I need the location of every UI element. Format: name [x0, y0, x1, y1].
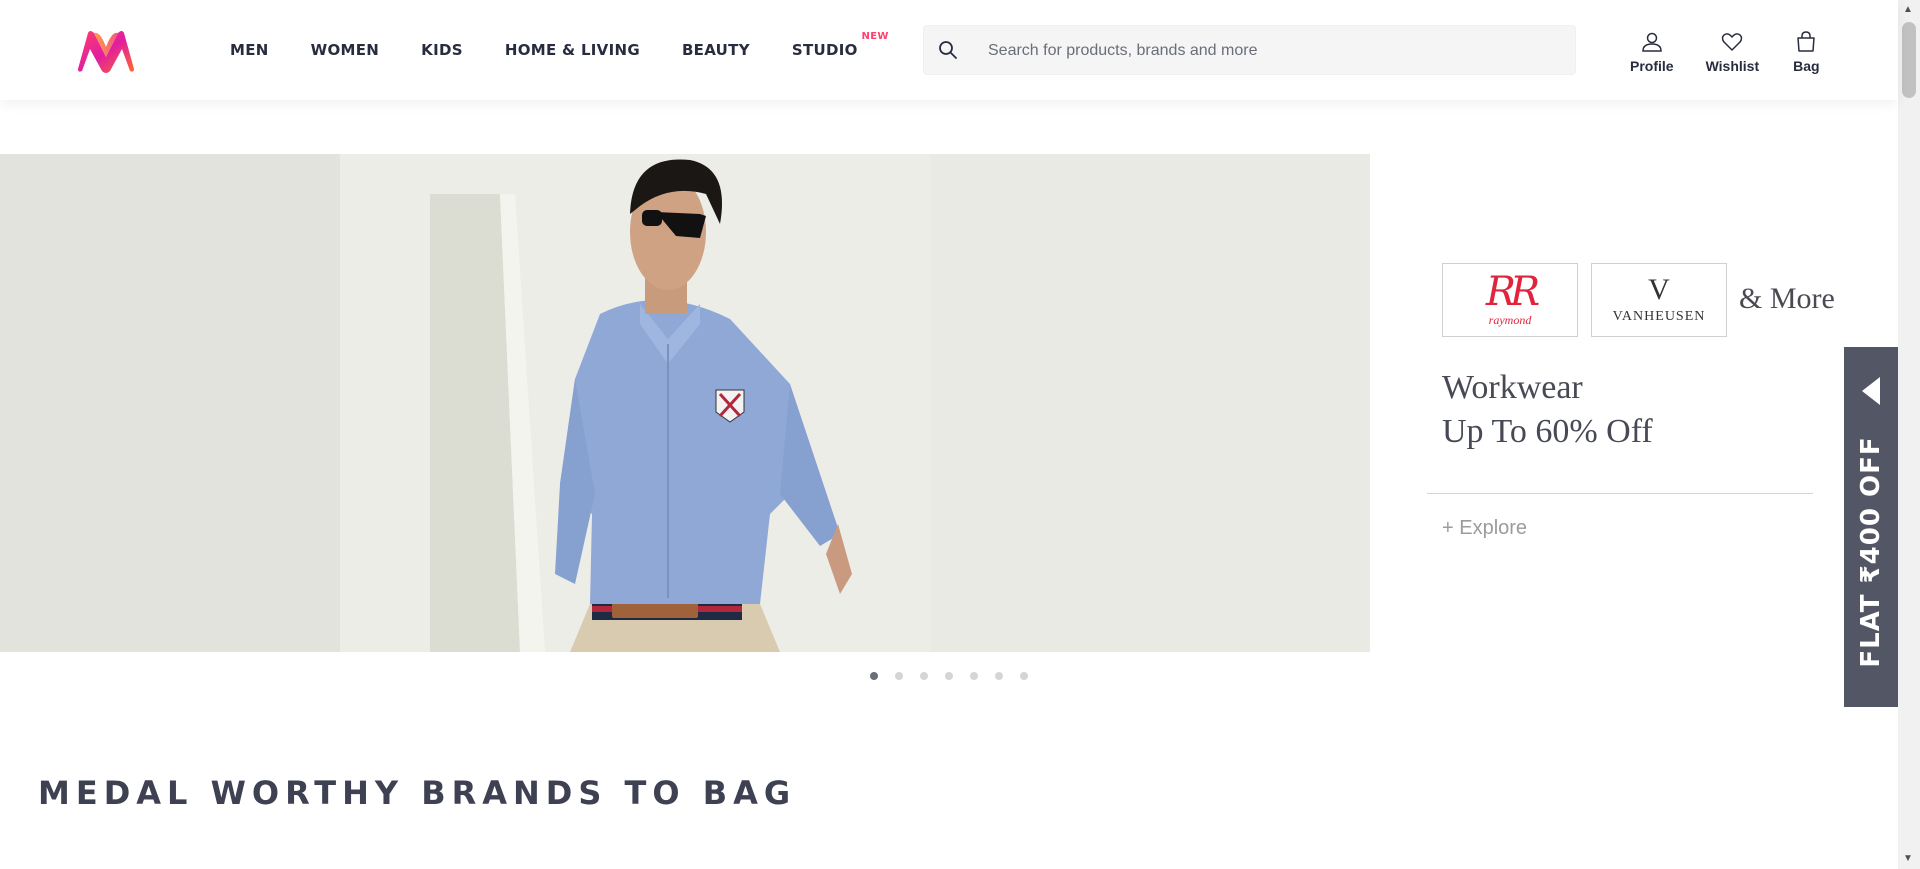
nav-beauty[interactable]: BEAUTY: [682, 41, 750, 59]
van-heusen-monogram: V: [1648, 273, 1670, 306]
raymond-logo[interactable]: RR raymond: [1442, 263, 1578, 337]
myntra-logo-icon[interactable]: [74, 27, 138, 75]
van-heusen-name: VANHEUSEN: [1612, 309, 1706, 324]
search-bar: [923, 25, 1576, 76]
bag-icon: [1797, 31, 1816, 52]
raymond-name: raymond: [1488, 312, 1532, 327]
offer-headline: Workwear Up To 60% Off: [1442, 366, 1653, 454]
carousel-dot-2[interactable]: [895, 672, 903, 680]
carousel-dot-1[interactable]: [870, 672, 878, 680]
bag-button[interactable]: Bag: [1793, 30, 1820, 74]
bag-label: Bag: [1793, 58, 1820, 74]
scroll-down-icon[interactable]: ▼: [1903, 853, 1913, 865]
offer-line-2: Up To 60% Off: [1442, 413, 1653, 450]
nav-men[interactable]: MEN: [230, 41, 269, 59]
page-scrollbar[interactable]: ▲ ▼: [1898, 0, 1920, 869]
carousel-dot-5[interactable]: [970, 672, 978, 680]
carousel-dot-6[interactable]: [995, 672, 1003, 680]
main-nav: MEN WOMEN KIDS HOME & LIVING BEAUTY STUD…: [230, 0, 900, 100]
banner-offer-panel[interactable]: RR raymond V VANHEUSEN & More Workwear U…: [1370, 154, 1850, 652]
scroll-thumb[interactable]: [1902, 22, 1916, 98]
nav-kids[interactable]: KIDS: [421, 41, 463, 59]
search-input[interactable]: [986, 26, 1560, 76]
caret-left-icon: [1862, 377, 1880, 405]
user-icon: [1642, 32, 1662, 52]
offer-line-1: Workwear: [1442, 369, 1583, 406]
header-actions: Profile Wishlist Bag: [1630, 30, 1820, 74]
heart-icon: [1722, 33, 1743, 51]
section-title: MEDAL WORTHY BRANDS TO BAG: [38, 774, 797, 812]
search-icon[interactable]: [938, 40, 958, 60]
flat-offer-side-tab[interactable]: FLAT ₹400 OFF: [1844, 347, 1898, 707]
hero-banner-image[interactable]: [0, 154, 1370, 652]
carousel-dot-4[interactable]: [945, 672, 953, 680]
nav-home-living[interactable]: HOME & LIVING: [505, 41, 640, 59]
carousel-dot-7[interactable]: [1020, 672, 1028, 680]
profile-button[interactable]: Profile: [1630, 30, 1674, 74]
nav-studio[interactable]: STUDIO NEW: [792, 31, 889, 59]
wishlist-button[interactable]: Wishlist: [1705, 30, 1760, 74]
new-badge: NEW: [861, 31, 889, 42]
carousel-dot-3[interactable]: [920, 672, 928, 680]
nav-women[interactable]: WOMEN: [311, 41, 380, 59]
model-photo: [0, 154, 1370, 652]
carousel-dots: [870, 672, 1045, 680]
and-more-text: & More: [1739, 282, 1835, 315]
flat-offer-text: FLAT ₹400 OFF: [1856, 436, 1886, 668]
profile-label: Profile: [1630, 58, 1674, 74]
scroll-up-icon[interactable]: ▲: [1903, 4, 1913, 16]
van-heusen-logo[interactable]: V VANHEUSEN: [1591, 263, 1727, 337]
explore-link[interactable]: + Explore: [1442, 517, 1527, 540]
wishlist-label: Wishlist: [1705, 58, 1760, 74]
site-header: MEN WOMEN KIDS HOME & LIVING BEAUTY STUD…: [0, 0, 1898, 100]
offer-divider: [1427, 493, 1813, 494]
raymond-monogram: RR: [1485, 268, 1540, 315]
